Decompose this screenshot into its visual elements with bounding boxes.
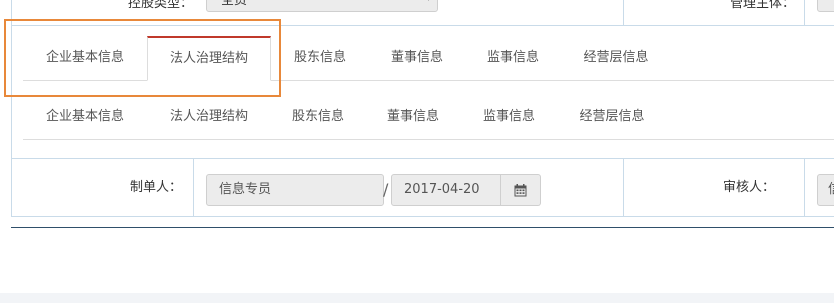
tab-director-info-2[interactable]: 董事信息: [365, 95, 461, 139]
creator-field[interactable]: 信息专员: [206, 174, 384, 206]
creator-reviewer-row: 制单人： 信息专员 / 2017-04-20 审核人：: [12, 158, 834, 217]
tab-shareholder-info-2[interactable]: 股东信息: [271, 95, 365, 139]
divider: [804, 0, 805, 26]
tab-corporate-governance-2[interactable]: 法人治理结构: [147, 95, 271, 139]
holding-type-value: 全资: [221, 0, 248, 8]
divider: [193, 159, 194, 217]
reviewer-field[interactable]: 信: [817, 174, 834, 206]
footer-band: [0, 293, 834, 303]
creator-label: 制单人：: [129, 180, 182, 195]
page: 控股类型： 全资 ▾ 管理主体： 企业基本信息 法人治理结构 股东信息 董事信息…: [0, 0, 834, 303]
section-bottom-rule: [11, 227, 834, 228]
form-panel: 企业基本信息 法人治理结构 股东信息 董事信息 监事信息 经营层信息 企业基本信…: [11, 26, 834, 217]
tab-enterprise-basic-info-2[interactable]: 企业基本信息: [23, 95, 147, 139]
tab-enterprise-basic-info[interactable]: 企业基本信息: [23, 36, 147, 80]
management-entity-label: 管理主体：: [729, 0, 795, 11]
divider: [804, 159, 805, 217]
tab-supervisor-info-2[interactable]: 监事信息: [461, 95, 557, 139]
reviewer-label: 审核人：: [722, 180, 775, 195]
holding-type-label: 控股类型：: [127, 0, 193, 11]
holding-type-select[interactable]: 全资 ▾: [206, 0, 438, 12]
primary-tab-bar: 企业基本信息 法人治理结构 股东信息 董事信息 监事信息 经营层信息: [23, 36, 834, 81]
calendar-icon: [514, 183, 527, 196]
calendar-button[interactable]: [501, 174, 541, 206]
holding-type-row: 控股类型： 全资 ▾ 管理主体：: [11, 0, 834, 26]
tab-corporate-governance[interactable]: 法人治理结构: [147, 36, 271, 81]
tab-management-info[interactable]: 经营层信息: [561, 36, 671, 80]
tab-shareholder-info[interactable]: 股东信息: [271, 36, 369, 80]
management-entity-field[interactable]: [817, 0, 834, 12]
date-separator: /: [383, 180, 389, 199]
date-field[interactable]: 2017-04-20: [391, 174, 501, 206]
chevron-down-icon: ▾: [426, 0, 431, 7]
tab-supervisor-info[interactable]: 监事信息: [465, 36, 561, 80]
tab-management-info-2[interactable]: 经营层信息: [557, 95, 667, 139]
secondary-tab-bar: 企业基本信息 法人治理结构 股东信息 董事信息 监事信息 经营层信息: [23, 96, 834, 140]
tab-director-info[interactable]: 董事信息: [369, 36, 465, 80]
